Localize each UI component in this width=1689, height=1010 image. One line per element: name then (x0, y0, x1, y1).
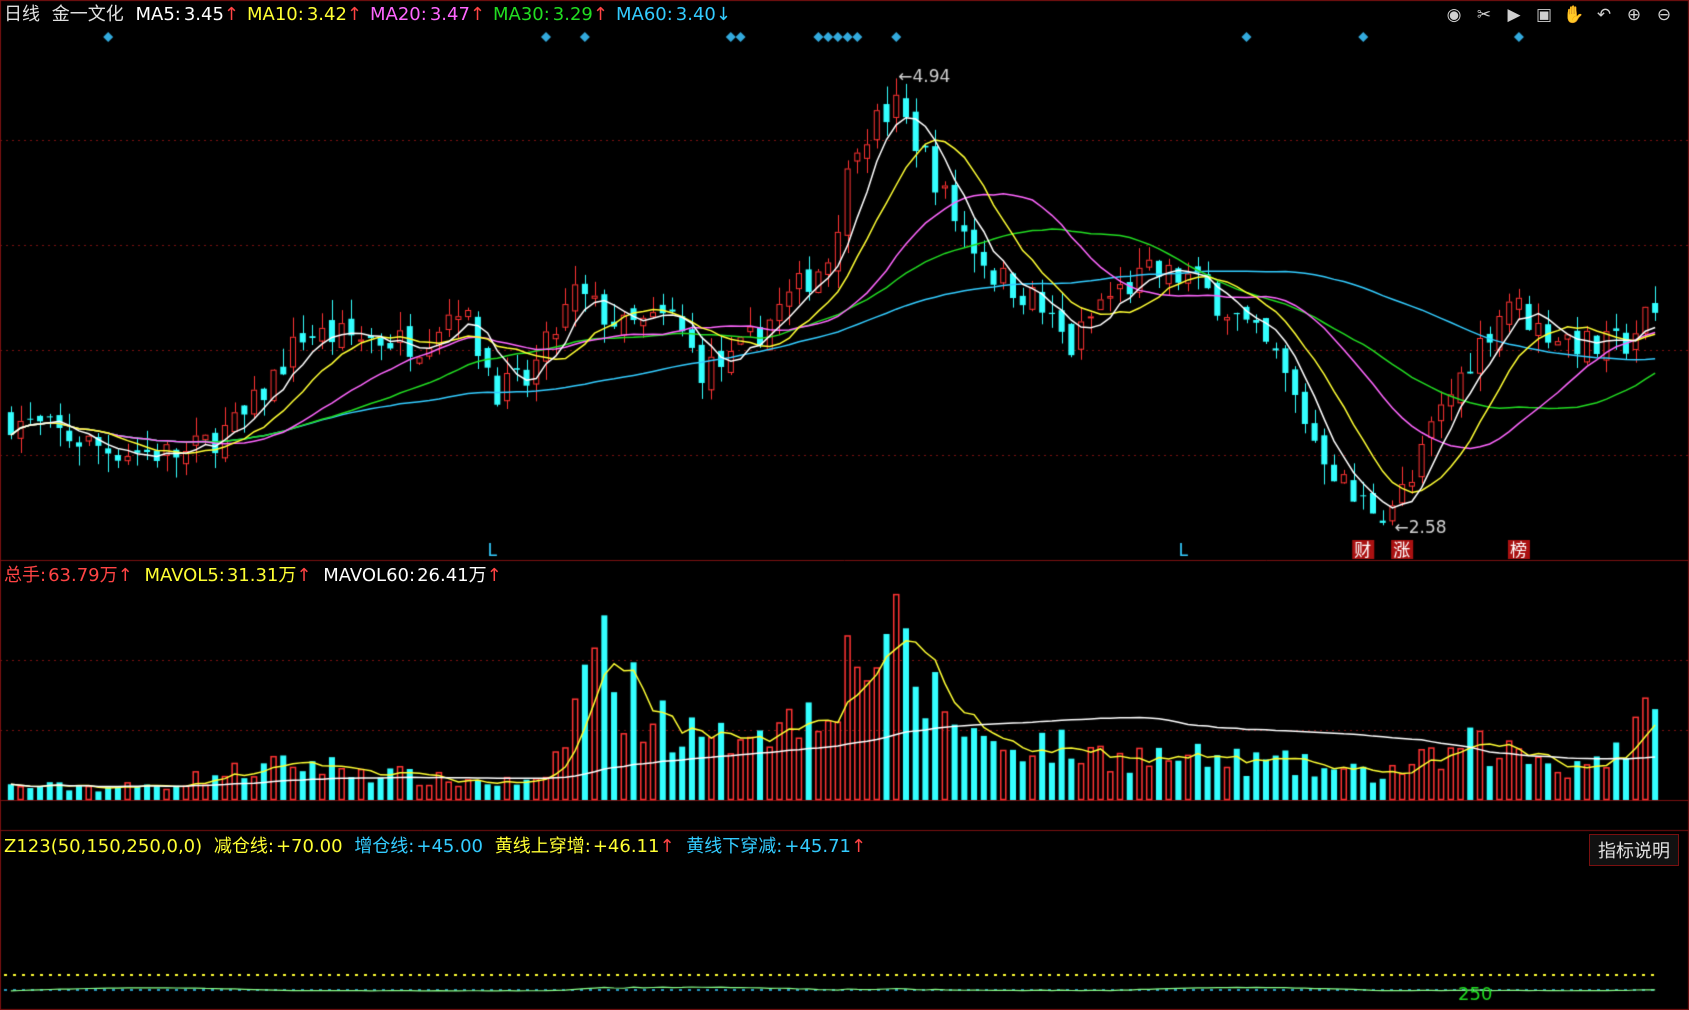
scissors-icon[interactable]: ✂ (1473, 4, 1495, 26)
ma-value: 3.45 (183, 4, 224, 25)
add-line-value: +45.00 (416, 836, 484, 857)
play-icon[interactable]: ▶ (1503, 4, 1525, 26)
ma-arrow: ↑ (223, 4, 240, 25)
ma-legend: MA5: 3.45↑ MA10: 3.42↑ MA20: 3.47↑ MA30: 3.29↑ M… (135, 4, 738, 25)
ma-legend-item: MA5: 3.45↑ (135, 4, 239, 25)
ma-label: MA5: (135, 4, 181, 25)
ma-legend-item: MA60: 3.40↓ (616, 4, 731, 25)
cross-up-value: +46.11 (592, 836, 660, 857)
ma-label: MA60: (615, 4, 673, 25)
price-header: 日线 金一文化 MA5: 3.45↑ MA10: 3.42↑ MA20: 3.47↑ MA3… (4, 4, 745, 26)
total-volume-value: 63.79万 (48, 565, 118, 586)
cross-down-label: 黄线下穿减: (686, 836, 783, 857)
stock-chart-canvas[interactable] (0, 0, 1689, 1010)
ma-arrow: ↑ (592, 4, 608, 25)
reduce-line-value: +70.00 (275, 836, 343, 857)
cross-up-arrow: ↑ (659, 836, 675, 857)
ma-arrow: ↑ (469, 4, 485, 25)
lock-icon[interactable]: ▣ (1533, 4, 1555, 26)
ma-value: 3.47 (429, 4, 470, 25)
ma-arrow: ↓ (715, 4, 731, 25)
cross-down-value: +45.71 (784, 836, 851, 857)
mavol60-value: 26.41万 (417, 565, 487, 586)
volume-header: 总手: 63.79万↑ MAVOL5: 31.31万↑ MAVOL60: 26.41万… (4, 565, 508, 587)
ma-arrow: ↑ (346, 4, 362, 25)
hand-icon[interactable]: ✋ (1563, 4, 1585, 26)
total-volume-label: 总手: (4, 565, 47, 586)
ma-value: 3.29 (552, 4, 593, 25)
mavol5-label: MAVOL5: (144, 565, 225, 586)
stock-name: 金一文化 (51, 4, 124, 25)
cross-up-label: 黄线上穿增: (494, 836, 591, 857)
reduce-line-label: 减仓线: (213, 836, 274, 857)
ma-label: MA30: (492, 4, 550, 25)
indicator-name: Z123(50,150,250,0,0) (4, 836, 203, 857)
period-label: 日线 (4, 4, 40, 25)
mavol5-arrow: ↑ (296, 565, 312, 586)
ma-legend-item: MA10: 3.42↑ (247, 4, 362, 25)
ma-value: 3.42 (306, 4, 347, 25)
chart-toolbar: ◉ ✂ ▶ ▣ ✋ ↶ ⊕ ⊖ (1443, 4, 1675, 26)
ma-label: MA20: (370, 4, 427, 25)
indicator-header: Z123(50,150,250,0,0) 减仓线: +70.00 增仓线: +45.… (4, 836, 872, 858)
zoom-out-icon[interactable]: ⊖ (1653, 4, 1675, 26)
mavol5-value: 31.31万 (226, 565, 297, 586)
ma-label: MA10: (247, 4, 304, 25)
undo-icon[interactable]: ↶ (1593, 4, 1615, 26)
total-volume-arrow: ↑ (117, 565, 133, 586)
zoom-in-icon[interactable]: ⊕ (1623, 4, 1645, 26)
ma-value: 3.40 (675, 4, 716, 25)
mavol60-label: MAVOL60: (323, 565, 416, 586)
add-line-label: 增仓线: (354, 836, 415, 857)
ma-legend-item: MA30: 3.29↑ (493, 4, 608, 25)
cross-down-arrow: ↑ (850, 836, 867, 857)
ma-legend-item: MA20: 3.47↑ (370, 4, 485, 25)
eye-icon[interactable]: ◉ (1443, 4, 1465, 26)
mavol60-arrow: ↑ (486, 565, 502, 586)
indicator-explain-button[interactable]: 指标说明 (1589, 834, 1679, 866)
